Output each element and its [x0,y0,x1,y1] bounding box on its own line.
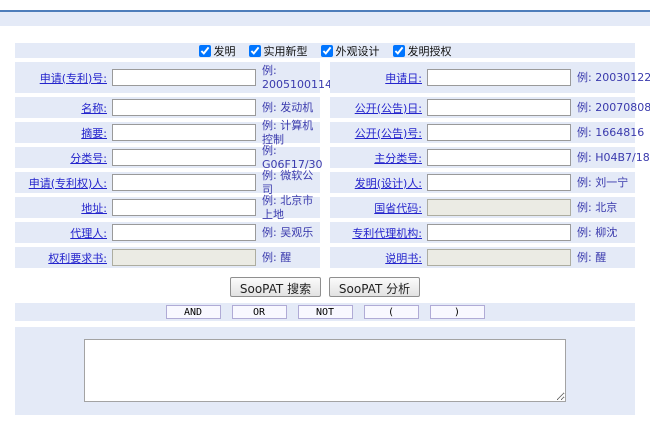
agent-example: 例: 吴观乐 [262,226,320,239]
claims-input [112,249,256,266]
application-number-input[interactable] [112,69,256,86]
classification-example: 例: G06F17/30 [262,144,323,170]
title-input[interactable] [112,99,256,116]
checkbox-utility-model-label: 实用新型 [264,43,308,59]
title-example: 例: 发动机 [262,101,320,114]
operator-not-button[interactable]: NOT [298,305,353,319]
search-form: 发明 实用新型 外观设计 发明授权 申请(专利)号: 例: 2005100114… [15,43,635,415]
abstract-example: 例: 计算机 控制 [262,119,320,145]
inventor-label-link[interactable]: 发明(设计)人: [330,175,422,191]
checkbox-invention-box[interactable] [199,45,211,57]
checkbox-utility-model-box[interactable] [249,45,261,57]
form-row-7: 代理人: 例: 吴观乐 专利代理机构: 例: 柳沈 [15,222,635,243]
applicant-input[interactable] [112,174,256,191]
agent-label-link[interactable]: 代理人: [15,225,107,241]
abstract-label-link[interactable]: 摘要: [15,125,107,141]
checkbox-granted-invention[interactable]: 发明授权 [393,43,452,59]
address-label-link[interactable]: 地址: [15,200,107,216]
form-row-4: 分类号: 例: G06F17/30 主分类号: 例: H04B7/185 [15,147,635,168]
checkbox-invention-label: 发明 [214,43,236,59]
field-claims: 权利要求书: 例: 醒 [15,247,320,268]
main-classification-example: 例: H04B7/185 [577,151,650,164]
application-date-input[interactable] [427,69,571,86]
application-date-label-link[interactable]: 申请日: [330,70,422,86]
field-address: 地址: 例: 北京市上地 [15,197,320,218]
form-row-2: 名称: 例: 发动机 公开(公告)日: 例: 20070808 [15,97,635,118]
checkbox-invention[interactable]: 发明 [199,43,236,59]
field-applicant: 申请(专利权)人: 例: 微软公司 [15,172,320,193]
application-number-example: 例: 200510011420.0 [262,64,340,90]
field-publication-date: 公开(公告)日: 例: 20070808 [330,97,635,118]
agency-label-link[interactable]: 专利代理机构: [330,225,422,241]
agent-input[interactable] [112,224,256,241]
checkbox-design-box[interactable] [321,45,333,57]
application-date-example: 例: 20030122 [577,71,650,84]
operator-open-paren-button[interactable]: ( [364,305,419,319]
soopat-search-button[interactable]: SooPAT 搜索 [230,277,321,297]
claims-example: 例: 醒 [262,251,320,264]
publication-date-example: 例: 20070808 [577,101,650,114]
form-row-1: 申请(专利)号: 例: 200510011420.0 申请日: 例: 20030… [15,62,635,93]
country-province-code-example: 例: 北京 [577,201,617,214]
field-title: 名称: 例: 发动机 [15,97,320,118]
top-header-bar [0,12,650,26]
operator-close-paren-button[interactable]: ) [430,305,485,319]
inventor-example: 例: 刘一宁 [577,176,628,189]
inventor-input[interactable] [427,174,571,191]
operator-buttons-row: AND OR NOT ( ) [15,303,635,321]
address-input[interactable] [112,199,256,216]
form-row-5: 申请(专利权)人: 例: 微软公司 发明(设计)人: 例: 刘一宁 [15,172,635,193]
publication-number-input[interactable] [427,124,571,141]
field-agency: 专利代理机构: 例: 柳沈 [330,222,635,243]
checkbox-design[interactable]: 外观设计 [321,43,380,59]
field-classification: 分类号: 例: G06F17/30 [15,147,320,168]
operator-and-button[interactable]: AND [166,305,221,319]
applicant-label-link[interactable]: 申请(专利权)人: [15,175,107,191]
field-agent: 代理人: 例: 吴观乐 [15,222,320,243]
checkbox-granted-invention-label: 发明授权 [408,43,452,59]
field-main-classification: 主分类号: 例: H04B7/185 [330,147,635,168]
checkbox-granted-invention-box[interactable] [393,45,405,57]
action-buttons-row: SooPAT 搜索 SooPAT 分析 [15,277,635,297]
field-inventor: 发明(设计)人: 例: 刘一宁 [330,172,635,193]
form-row-8: 权利要求书: 例: 醒 说明书: 例: 醒 [15,247,635,268]
soopat-analyze-button[interactable]: SooPAT 分析 [329,277,420,297]
checkbox-utility-model[interactable]: 实用新型 [249,43,308,59]
patent-type-row: 发明 实用新型 外观设计 发明授权 [15,43,635,58]
applicant-example: 例: 微软公司 [262,169,320,195]
title-label-link[interactable]: 名称: [15,100,107,116]
abstract-input[interactable] [112,124,256,141]
publication-date-input[interactable] [427,99,571,116]
agency-example: 例: 柳沈 [577,226,617,239]
field-abstract: 摘要: 例: 计算机 控制 [15,122,320,143]
description-input [427,249,571,266]
expression-panel [15,327,635,415]
agency-input[interactable] [427,224,571,241]
claims-label-link[interactable]: 权利要求书: [15,250,107,266]
address-example: 例: 北京市上地 [262,194,320,220]
main-classification-input[interactable] [427,149,571,166]
country-province-code-label-link[interactable]: 国省代码: [330,200,422,216]
search-expression-textarea[interactable] [84,339,566,402]
description-label-link[interactable]: 说明书: [330,250,422,266]
field-application-number: 申请(专利)号: 例: 200510011420.0 [15,62,320,93]
application-number-label-link[interactable]: 申请(专利)号: [15,70,107,86]
field-country-province-code: 国省代码: 例: 北京 [330,197,635,218]
field-application-date: 申请日: 例: 20030122 [330,62,635,93]
publication-number-example: 例: 1664816 [577,126,644,139]
classification-input[interactable] [112,149,256,166]
main-classification-label-link[interactable]: 主分类号: [330,150,422,166]
publication-number-label-link[interactable]: 公开(公告)号: [330,125,422,141]
operator-or-button[interactable]: OR [232,305,287,319]
checkbox-design-label: 外观设计 [336,43,380,59]
form-row-6: 地址: 例: 北京市上地 国省代码: 例: 北京 [15,197,635,218]
field-description: 说明书: 例: 醒 [330,247,635,268]
country-province-code-input [427,199,571,216]
classification-label-link[interactable]: 分类号: [15,150,107,166]
field-publication-number: 公开(公告)号: 例: 1664816 [330,122,635,143]
publication-date-label-link[interactable]: 公开(公告)日: [330,100,422,116]
description-example: 例: 醒 [577,251,606,264]
form-row-3: 摘要: 例: 计算机 控制 公开(公告)号: 例: 1664816 [15,122,635,143]
